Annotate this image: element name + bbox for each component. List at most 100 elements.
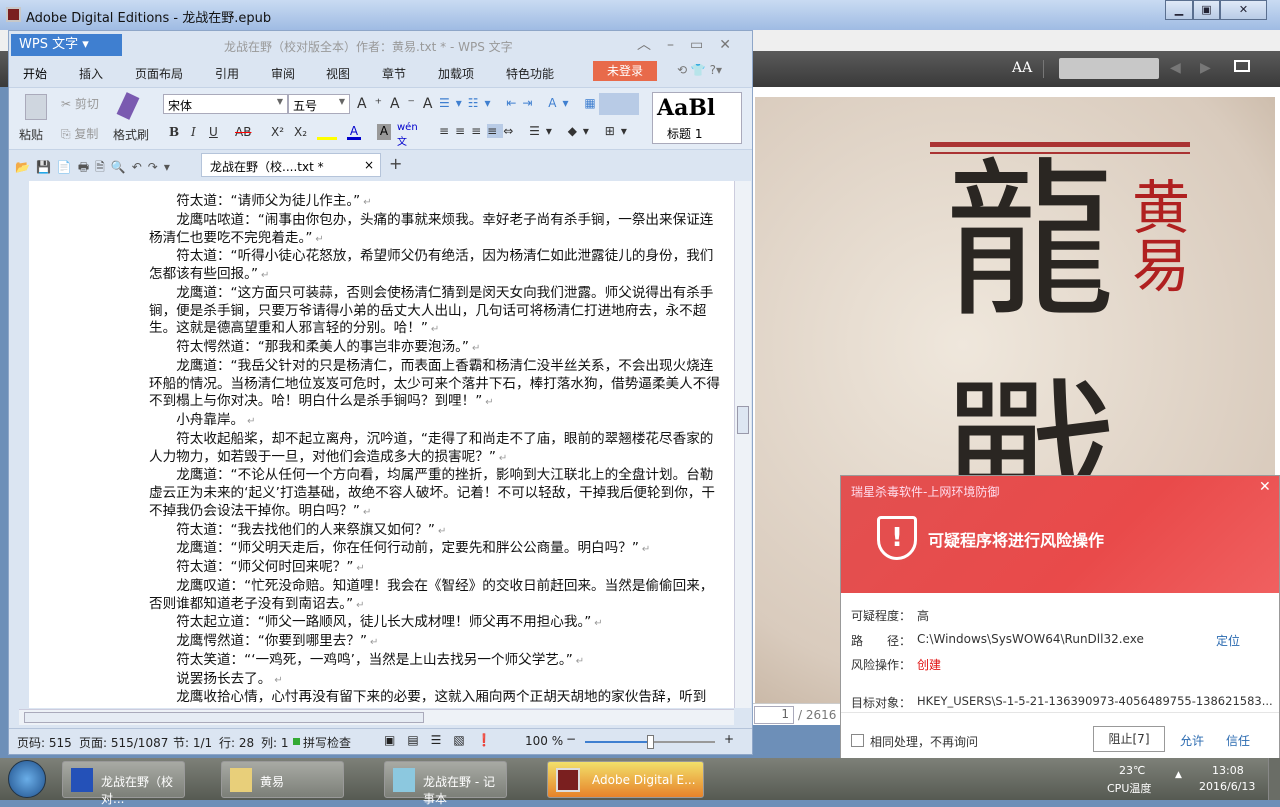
start-button[interactable]	[8, 760, 46, 798]
taskbar-item-wps[interactable]: 龙战在野（校对...	[62, 761, 185, 806]
locate-link[interactable]: 定位	[1216, 632, 1240, 649]
superscript-button[interactable]: X²	[271, 125, 284, 139]
tab-chapter[interactable]: 章节	[382, 65, 406, 82]
paragraph[interactable]: 龙鹰收拾心情，心忖再没有留下来的必要，这就入厢向两个正胡天胡地的家伙告辞，听到	[149, 689, 725, 707]
paragraph[interactable]: 符太道：“我去找他们的人来祭旗又如何？” ↵	[149, 522, 725, 541]
style-gallery[interactable]: AaBl 标题 1	[652, 92, 742, 144]
block-button[interactable]: 阻止[7]	[1093, 726, 1165, 752]
zoom-out-button[interactable]: −	[566, 732, 576, 746]
format-painter-icon	[116, 92, 140, 120]
zoom-in-button[interactable]: +	[724, 732, 734, 746]
font-color-icon[interactable]: A	[347, 124, 361, 140]
close-tab-icon[interactable]: ×	[364, 158, 374, 172]
paragraph[interactable]: 符太笑道：“‘一鸡死，一鸡鸣’，当然是上山去找另一个师父学艺。” ↵	[149, 652, 725, 671]
zoom-slider-thumb[interactable]	[647, 735, 654, 749]
tab-home[interactable]: 开始	[23, 65, 48, 89]
char-shading-icon[interactable]: A	[377, 124, 391, 140]
horizontal-scrollbar[interactable]	[19, 709, 734, 725]
paragraph[interactable]: 龙鹰叹道：“忙死没命赔。知道哩！我会在《智经》的交收日前赶回来。当然是偷偷回来，…	[149, 578, 725, 615]
quick-access-icons[interactable]: 📂💾📄🖶🗎🔍↶↷▾	[15, 158, 176, 179]
doc-tab[interactable]: 龙战在野（校....txt * ×	[201, 153, 381, 177]
help-icons[interactable]: ⟲ 👕 ?▾	[677, 63, 722, 77]
paragraph[interactable]: 符太道：“听得小徒心花怒放，希望师父仍有绝活，因为杨清仁如此泄露徒儿的身份，我们…	[149, 248, 725, 285]
pinyin-icon[interactable]: wén 文	[397, 122, 418, 148]
vertical-scrollbar[interactable]	[734, 181, 751, 708]
show-marks-button[interactable]	[599, 93, 639, 115]
tab-page-layout[interactable]: 页面布局	[135, 65, 183, 82]
list-buttons[interactable]: ☰▾☷▾ ⇤⇥ A▾ ▦	[439, 96, 602, 110]
paragraph[interactable]: 龙鹰道：“不论从任何一个方向看，均属严重的挫折，影响到大江联北上的全盘计划。台勒…	[149, 467, 725, 521]
taskbar-item-folder[interactable]: 黄易	[221, 761, 344, 798]
italic-button[interactable]: I	[191, 125, 196, 139]
paragraph[interactable]: 符太道：“师父何时回来呢？” ↵	[149, 559, 725, 578]
paragraph[interactable]: 龙鹰愕然道：“你要到哪里去？” ↵	[149, 633, 725, 652]
wps-window-title: 龙战在野（校对版全本）作者：黄易.txt * - WPS 文字	[224, 40, 513, 54]
paragraph[interactable]: 符太收起船桨，却不起立离舟，沉吟道，“走得了和尚走不了庙，眼前的翠翘楼花尽香家的…	[149, 431, 725, 468]
paragraph-text: 小舟靠岸。	[176, 412, 245, 428]
taskbar-item-ade[interactable]: Adobe Digital E...	[547, 761, 704, 798]
prev-page-icon[interactable]: ◀	[1170, 60, 1181, 76]
same-action-checkbox[interactable]	[851, 734, 864, 747]
clock-date[interactable]: 2016/6/13	[1199, 780, 1255, 793]
tray-expand-icon[interactable]: ▲	[1175, 770, 1182, 780]
wps-window-controls[interactable]: ︿–▭✕	[637, 34, 747, 54]
highlight-icon[interactable]	[317, 124, 337, 140]
cut-button[interactable]: ✂ 剪切	[61, 95, 99, 112]
font-size-button[interactable]: AA	[1012, 60, 1032, 76]
document-canvas[interactable]: 符太道：“请师父为徒儿作主。” ↵ 龙鹰咕哝道：“闹事由你包办，头痛的事就来烦我。幸…	[29, 181, 734, 708]
paste-button[interactable]: 粘贴	[19, 126, 43, 143]
tab-review[interactable]: 审阅	[271, 65, 295, 82]
style-heading1[interactable]: 标题 1	[667, 125, 702, 142]
paragraph[interactable]: 小舟靠岸。 ↵	[149, 412, 725, 431]
page-number-input[interactable]: 1	[754, 706, 794, 724]
underline-button[interactable]: U	[209, 125, 218, 139]
tab-insert[interactable]: 插入	[79, 65, 103, 82]
trust-button[interactable]: 信任	[1226, 732, 1250, 749]
alert-title: 瑞星杀毒软件-上网环境防御	[851, 485, 1000, 499]
login-button[interactable]: 未登录	[593, 61, 657, 81]
subscript-button[interactable]: X₂	[294, 125, 307, 139]
new-tab-button[interactable]: +	[389, 154, 402, 173]
paragraph[interactable]: 符太起立道：“师父一路顺风，徒儿长大成材哩！师父再不用担心我。” ↵	[149, 614, 725, 633]
taskbar-item-notepad[interactable]: 龙战在野 - 记事本	[384, 761, 507, 806]
same-action-label[interactable]: 相同处理，不再询问	[870, 733, 978, 750]
show-desktop-button[interactable]	[1268, 758, 1280, 800]
spell-check-button[interactable]: 拼写检查	[303, 734, 351, 751]
tab-addins[interactable]: 加载项	[438, 65, 474, 82]
paragraph[interactable]: 说罢扬长去了。 ↵	[149, 671, 725, 690]
font-name-select[interactable]: 宋体 ▼	[163, 94, 288, 114]
format-painter-button[interactable]: 格式刷	[113, 126, 149, 143]
wps-app-menu-button[interactable]: WPS 文字 ▾	[11, 34, 122, 56]
fullscreen-icon[interactable]	[1234, 60, 1250, 72]
view-mode-buttons[interactable]: ▣▤☰▧❗	[384, 733, 504, 747]
paragraph[interactable]: 符太愕然道：“那我和柔美人的事岂非亦要泡汤。” ↵	[149, 339, 725, 358]
allow-button[interactable]: 允许	[1180, 732, 1204, 749]
font-size-select[interactable]: 五号 ▼	[288, 94, 350, 114]
scroll-thumb[interactable]	[737, 406, 749, 434]
paragraph[interactable]: 龙鹰道：“我岳父针对的只是杨清仁，而表面上香霸和杨清仁没半丝关系，不会出现火烧连…	[149, 358, 725, 412]
zoom-slider[interactable]	[585, 735, 715, 749]
alert-close-button[interactable]: ✕	[1259, 479, 1271, 495]
bold-button[interactable]: B	[169, 125, 179, 139]
paragraph-mark-icon: ↵	[641, 544, 651, 556]
minimize-button[interactable]: ▁	[1165, 0, 1193, 20]
paste-icon[interactable]	[25, 94, 47, 120]
tab-special[interactable]: 特色功能	[506, 65, 554, 82]
paragraph[interactable]: 龙鹰道：“师父明天走后，你在任何行动前，定要先和胖公公商量。明白吗？” ↵	[149, 540, 725, 559]
next-page-icon[interactable]: ▶	[1200, 60, 1211, 76]
paragraph[interactable]: 龙鹰道：“这方面只可装蒜，否则会使杨清仁猜到是闵天女向我们泄露。师父说得出有杀手…	[149, 285, 725, 339]
maximize-button[interactable]: ▣	[1193, 0, 1220, 20]
tab-view[interactable]: 视图	[326, 65, 350, 82]
align-buttons[interactable]: ≡≡≡≡⇔ ☰▾ ◆▾ ⊞▾	[439, 124, 633, 138]
paragraph[interactable]: 龙鹰咕哝道：“闹事由你包办，头痛的事就来烦我。幸好老子尚有杀手锏，一祭出来保证连…	[149, 212, 725, 249]
font-grow-shrink-clear[interactable]: A⁺A⁻A	[357, 96, 441, 112]
close-button[interactable]: ✕	[1220, 0, 1267, 20]
copy-button[interactable]: ⎘ 复制	[61, 125, 98, 142]
search-input[interactable]	[1059, 58, 1159, 79]
hscroll-thumb[interactable]	[24, 712, 424, 723]
clock-time[interactable]: 13:08	[1212, 764, 1244, 777]
strikethrough-button[interactable]: AB	[235, 125, 251, 139]
tab-references[interactable]: 引用	[215, 65, 239, 82]
document-text[interactable]: 符太道：“请师父为徒儿作主。” ↵ 龙鹰咕哝道：“闹事由你包办，头痛的事就来烦我。幸…	[149, 193, 725, 707]
paragraph[interactable]: 符太道：“请师父为徒儿作主。” ↵	[149, 193, 725, 212]
